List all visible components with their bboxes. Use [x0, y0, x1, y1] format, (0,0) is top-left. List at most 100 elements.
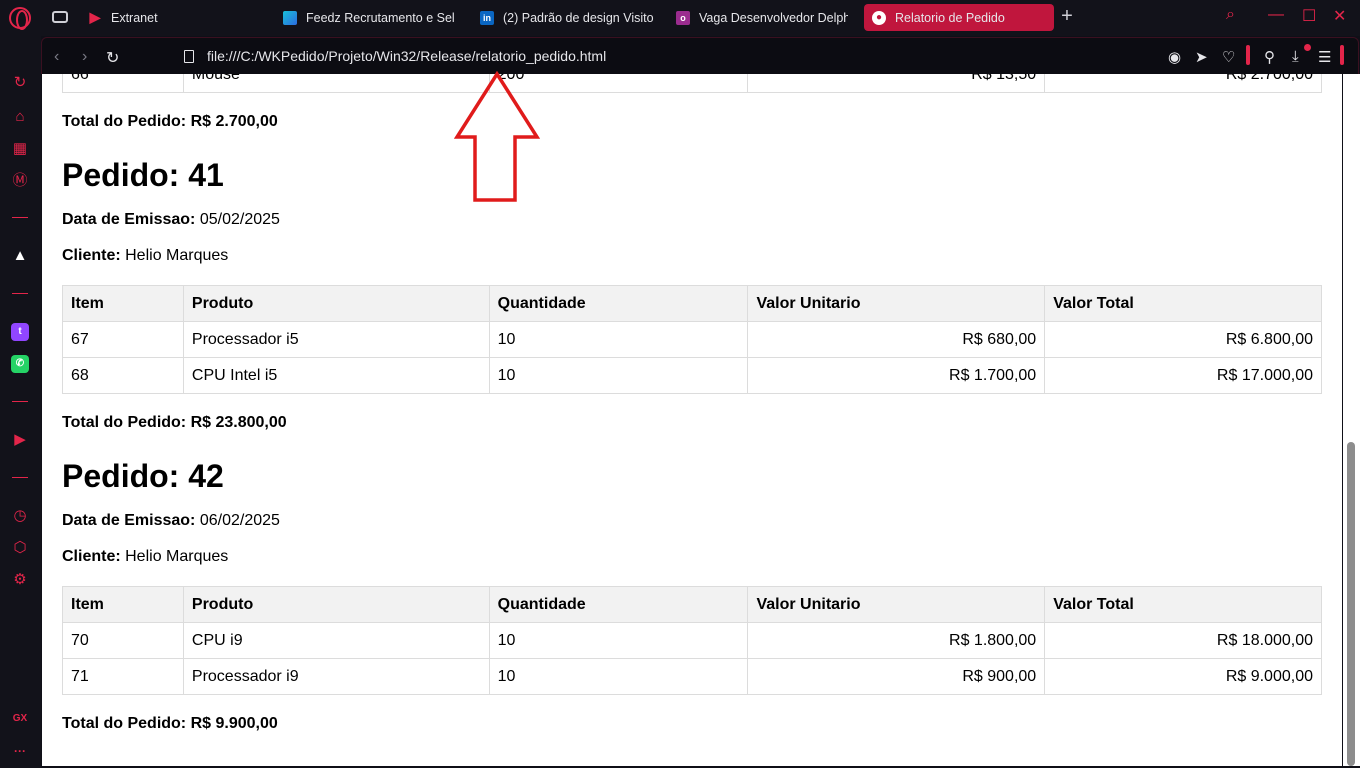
arc-app-icon[interactable]: ▲: [11, 247, 29, 265]
search-tabs-icon[interactable]: ⌕: [1226, 6, 1235, 24]
cell-valor-total: R$ 2.700,00: [1044, 74, 1322, 93]
player-icon[interactable]: ▶: [11, 431, 29, 449]
gx-control-icon[interactable]: ▦: [11, 140, 29, 158]
total-label: Total do Pedido:: [62, 715, 187, 732]
order-heading: Pedido: 41: [62, 157, 1322, 195]
sidebar-divider: [12, 401, 28, 402]
url-field[interactable]: file:///C:/WKPedido/Projeto/Win32/Releas…: [207, 48, 606, 64]
client-label: Cliente:: [62, 247, 121, 264]
cell-quantidade: 10: [488, 622, 749, 659]
twitch-icon[interactable]: t: [11, 323, 29, 341]
order-heading-label: Pedido:: [62, 157, 180, 193]
speed-dial-icon[interactable]: ↻: [11, 74, 29, 92]
scrollbar-thumb[interactable]: [1347, 442, 1355, 766]
opera-menu-icon[interactable]: [9, 7, 31, 30]
cell-valor-unitario: R$ 680,00: [747, 321, 1046, 358]
total-value: R$ 9.900,00: [190, 715, 278, 732]
more-options-icon[interactable]: ···: [11, 742, 29, 760]
order-total: Total do Pedido: R$ 23.800,00: [62, 414, 1322, 434]
tab-vaga[interactable]: o Vaga Desenvolvedor Delph: [676, 4, 848, 31]
gx-cleaner-icon[interactable]: ⌂: [11, 108, 29, 126]
tab-label: Extranet: [111, 10, 158, 25]
header-valor-total: Valor Total: [1044, 285, 1322, 322]
sidebar-divider: [12, 293, 28, 294]
cell-valor-total: R$ 18.000,00: [1044, 622, 1322, 659]
order-heading: Pedido: 42: [62, 458, 1322, 496]
cell-produto: Processador i9: [182, 658, 490, 695]
sidebar-divider: [12, 477, 28, 478]
feedz-icon: [283, 10, 297, 25]
music-player-icon[interactable]: Ⓜ: [11, 172, 29, 190]
back-icon[interactable]: ‹: [54, 48, 59, 66]
sidebar: ↻ ⌂ ▦ Ⓜ ▲ t ✆ ▶ ◷ ⬡ ⚙ GX ···: [0, 36, 41, 768]
header-produto: Produto: [182, 285, 490, 322]
close-window-button[interactable]: ✕: [1333, 6, 1346, 26]
tab-label: (2) Padrão de design Visito: [503, 10, 654, 25]
download-badge: [1304, 44, 1311, 51]
accent-bar: [1246, 45, 1250, 65]
total-value: R$ 2.700,00: [190, 113, 278, 130]
tab-relatorio-active[interactable]: ● Relatorio de Pedido: [864, 4, 1054, 31]
settings-icon[interactable]: ⚙: [11, 571, 29, 589]
globe-icon: ●: [872, 10, 886, 25]
order-total: Total do Pedido: R$ 9.900,00: [62, 715, 1322, 735]
total-label: Total do Pedido:: [62, 113, 187, 130]
reload-icon[interactable]: ↻: [106, 48, 119, 68]
issue-date-label: Data de Emissao:: [62, 512, 196, 529]
maximize-button[interactable]: ☐: [1302, 6, 1316, 26]
header-valor-unitario: Valor Unitario: [747, 586, 1046, 623]
cell-item: 70: [62, 622, 184, 659]
tab-extranet[interactable]: ▶ Extranet: [88, 4, 268, 31]
items-table-previous: 66 Mouse 200 R$ 13,50 R$ 2.700,00: [62, 74, 1322, 93]
client-value: Helio Marques: [125, 548, 229, 565]
cell-item: 68: [62, 357, 184, 394]
download-icon[interactable]: ⤓: [1292, 48, 1299, 65]
cell-produto: CPU Intel i5: [182, 357, 490, 394]
page-viewport: 66 Mouse 200 R$ 13,50 R$ 2.700,00 Total …: [42, 74, 1342, 766]
cell-valor-unitario: R$ 1.800,00: [747, 622, 1046, 659]
heart-icon[interactable]: ♡: [1222, 48, 1235, 66]
header-item: Item: [62, 285, 184, 322]
camera-icon[interactable]: ◉: [1168, 48, 1181, 66]
table-row: 71 Processador i9 10 R$ 900,00 R$ 9.000,…: [62, 658, 1322, 695]
send-icon[interactable]: ➤: [1195, 48, 1208, 66]
cell-valor-unitario: R$ 13,50: [747, 74, 1046, 93]
sidebar-divider: [12, 217, 28, 218]
cell-valor-total: R$ 6.800,00: [1044, 321, 1322, 358]
client-label: Cliente:: [62, 548, 121, 565]
cell-valor-unitario: R$ 900,00: [747, 658, 1046, 695]
issue-date-value: 06/02/2025: [199, 512, 280, 529]
header-quantidade: Quantidade: [488, 586, 749, 623]
order-number: 42: [188, 458, 224, 494]
table-row: 66 Mouse 200 R$ 13,50 R$ 2.700,00: [62, 74, 1322, 93]
cell-item: 66: [62, 74, 184, 93]
cell-quantidade: 10: [488, 357, 749, 394]
tab-label: Relatorio de Pedido: [895, 10, 1005, 25]
annotation-arrow-up-icon: [454, 71, 540, 202]
cell-produto: Processador i5: [182, 321, 490, 358]
cell-item: 71: [62, 658, 184, 695]
items-table-41: Item Produto Quantidade Valor Unitario V…: [62, 285, 1322, 394]
table-row: 70 CPU i9 10 R$ 1.800,00 R$ 18.000,00: [62, 622, 1322, 659]
minimize-button[interactable]: —: [1268, 6, 1284, 24]
header-valor-unitario: Valor Unitario: [747, 285, 1046, 322]
whatsapp-icon[interactable]: ✆: [11, 355, 29, 373]
cell-valor-total: R$ 9.000,00: [1044, 658, 1322, 695]
forward-icon[interactable]: ›: [82, 48, 87, 66]
extensions-icon[interactable]: ⬡: [11, 539, 29, 557]
issue-date-value: 05/02/2025: [199, 211, 280, 228]
profile-icon[interactable]: ⚲: [1264, 48, 1275, 66]
tab-linkedin[interactable]: in (2) Padrão de design Visito: [480, 4, 656, 31]
tab-feedz[interactable]: Feedz Recrutamento e Sel: [283, 4, 458, 31]
total-value: R$ 23.800,00: [190, 414, 287, 431]
new-tab-button[interactable]: +: [1058, 6, 1076, 26]
cell-produto: Mouse: [182, 74, 490, 93]
order-number: 41: [188, 157, 224, 193]
cell-quantidade: 10: [488, 658, 749, 695]
history-icon[interactable]: ◷: [11, 507, 29, 525]
tab-label: Vaga Desenvolvedor Delph: [699, 10, 848, 25]
page-scrollbar[interactable]: [1343, 74, 1360, 766]
gx-logo[interactable]: GX: [11, 710, 29, 728]
gamepad-icon[interactable]: [52, 11, 68, 23]
easy-setup-icon[interactable]: ☰: [1318, 48, 1331, 66]
